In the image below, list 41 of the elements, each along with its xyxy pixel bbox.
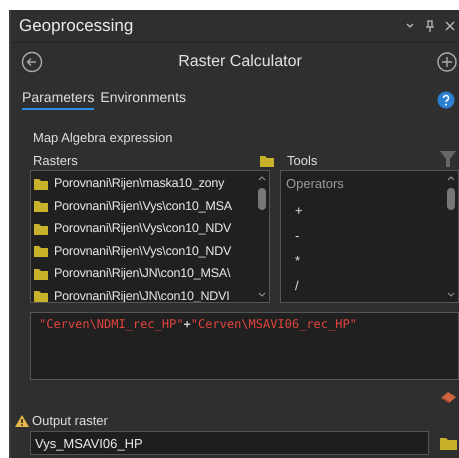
raster-item[interactable]: Porovnani\Rijen\JN\con10_MSA\ bbox=[54, 266, 230, 280]
tab[interactable]: Parameters bbox=[22, 89, 94, 110]
back-icon[interactable] bbox=[21, 51, 43, 73]
raster-name: "Cerven\MSAVI06_rec_HP" bbox=[190, 317, 357, 331]
pin-icon[interactable] bbox=[425, 20, 435, 32]
tab[interactable]: Environments bbox=[100, 89, 186, 110]
raster-item[interactable]: Porovnani\Rijen\maska10_zony bbox=[54, 176, 224, 190]
window-title: Geoprocessing bbox=[19, 16, 134, 36]
scroll-down-icon[interactable] bbox=[258, 292, 266, 298]
folder-icon bbox=[33, 198, 51, 214]
folder-icon bbox=[33, 288, 51, 302]
scroll-thumb[interactable] bbox=[447, 188, 455, 210]
group-header: Operators bbox=[285, 175, 345, 193]
raster-item[interactable]: Porovnani\Rijen\Vys\con10_NDV bbox=[54, 244, 232, 258]
operator-item[interactable]: * bbox=[281, 248, 444, 273]
scroll-up-icon[interactable] bbox=[258, 175, 266, 181]
raster-item[interactable]: Porovnani\Rijen\Vys\con10_NDV bbox=[54, 221, 232, 236]
scroll-thumb[interactable] bbox=[258, 188, 266, 210]
add-icon[interactable] bbox=[436, 52, 457, 72]
output-label: Output raster bbox=[32, 413, 108, 428]
expression-field[interactable]: "Cerven\NDMI_rec_HP"+"Cerven\MSAVI06_rec_HP" bbox=[30, 312, 459, 380]
folder-icon[interactable] bbox=[259, 153, 277, 168]
operator-item[interactable]: + bbox=[281, 198, 444, 223]
operator-symbol: + bbox=[184, 317, 191, 331]
operator-item[interactable]: / bbox=[281, 273, 444, 298]
help-icon[interactable] bbox=[437, 90, 455, 108]
raster-item[interactable]: Porovnani\Rijen\Vys\con10_MSA bbox=[54, 198, 232, 213]
raster-item[interactable]: Porovnani\Rijen\JN\con10_NDVI bbox=[54, 288, 230, 302]
rasters-label: Rasters bbox=[33, 153, 78, 168]
scroll-down-icon[interactable] bbox=[447, 292, 455, 298]
close-icon[interactable] bbox=[445, 21, 455, 31]
scroll-up-icon[interactable] bbox=[447, 175, 455, 181]
folder-icon[interactable] bbox=[439, 435, 459, 451]
operator-item[interactable]: - bbox=[281, 223, 444, 248]
tools-label: Tools bbox=[287, 153, 318, 168]
eraser-icon[interactable] bbox=[439, 390, 457, 404]
raster-name: "Cerven\NDMI_rec_HP" bbox=[39, 317, 184, 331]
output-field[interactable]: Vys_MSAVI06_HP bbox=[30, 431, 429, 455]
tool-title: Raster Calculator bbox=[178, 53, 302, 71]
field-label: Map Algebra expression bbox=[33, 130, 174, 145]
folder-icon bbox=[33, 243, 51, 258]
